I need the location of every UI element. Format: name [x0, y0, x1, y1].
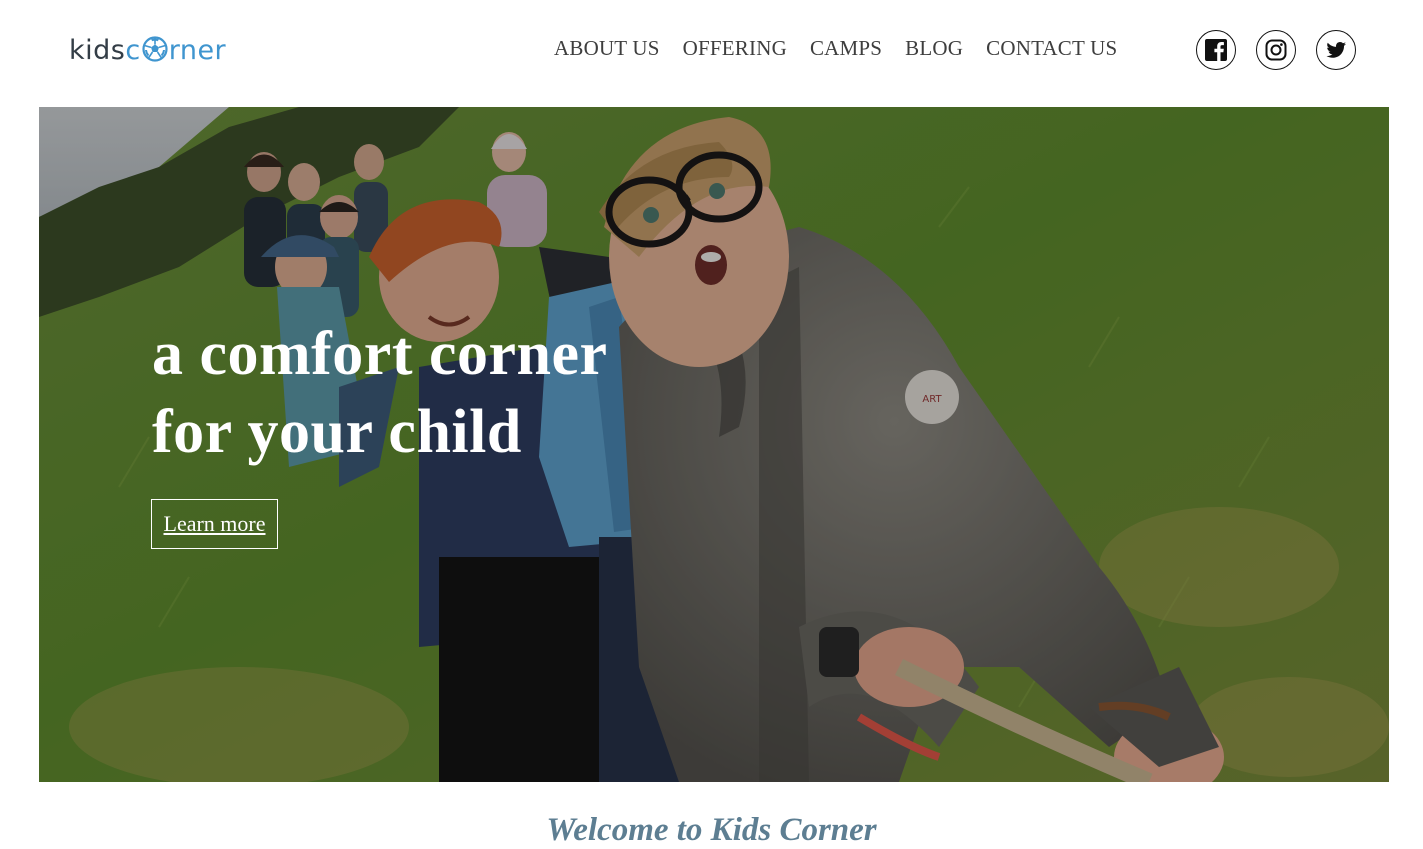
welcome-heading: Welcome to Kids Corner [546, 812, 877, 848]
twitter-link[interactable] [1316, 30, 1356, 70]
logo-text-c: c [125, 34, 141, 66]
main-nav: ABOUT US OFFERING CAMPS BLOG CONTACT US [554, 36, 1117, 61]
hero-banner: ART a comfort corner for your child Lear… [39, 107, 1389, 782]
soccer-ball-icon [142, 36, 168, 62]
nav-item-camps[interactable]: CAMPS [810, 36, 882, 61]
learn-more-button[interactable]: Learn more [151, 499, 278, 549]
facebook-icon [1205, 39, 1227, 61]
nav-item-about-us[interactable]: ABOUT US [554, 36, 660, 61]
hero-title: a comfort corner for your child [152, 315, 608, 471]
nav-item-contact-us[interactable]: CONTACT US [986, 36, 1117, 61]
hero-title-line-1: a comfort corner [152, 320, 608, 388]
facebook-link[interactable] [1196, 30, 1236, 70]
site-logo[interactable]: kids c rner [69, 30, 226, 70]
logo-text-rner: rner [168, 34, 227, 66]
logo-text-kids: kids [69, 34, 126, 66]
social-links [1196, 30, 1356, 70]
instagram-icon [1265, 39, 1287, 61]
twitter-icon [1326, 42, 1346, 58]
instagram-link[interactable] [1256, 30, 1296, 70]
nav-item-offering[interactable]: OFFERING [683, 36, 787, 61]
hero-title-line-2: for your child [152, 398, 522, 466]
nav-item-blog[interactable]: BLOG [905, 36, 963, 61]
